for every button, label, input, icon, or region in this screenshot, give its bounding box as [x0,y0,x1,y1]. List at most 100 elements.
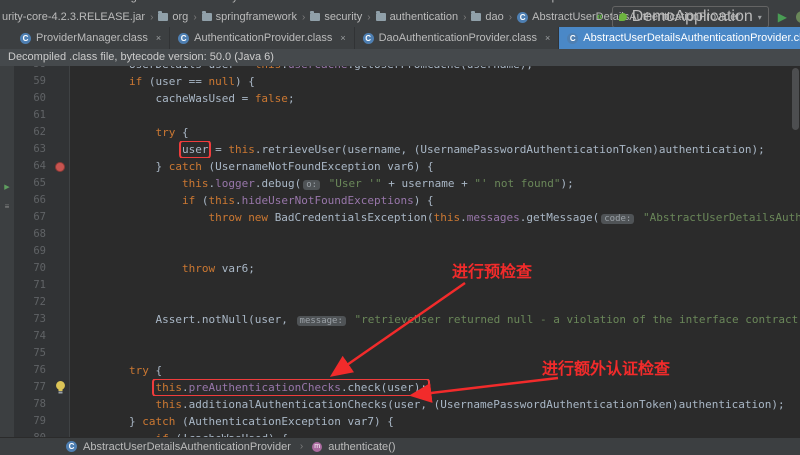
line-number[interactable]: 70 [14,260,51,277]
class-icon: C [567,32,579,44]
highlight-box: this.preAuthenticationChecks.check(user)… [152,379,431,396]
close-icon[interactable]: × [156,33,161,43]
line-number[interactable]: 66 [14,192,51,209]
close-icon[interactable]: × [340,33,345,43]
menu-item[interactable]: Build [323,0,347,3]
line-number[interactable]: 80 [14,430,51,437]
tab-label: AuthenticationProvider.class [194,32,333,44]
line-number[interactable]: 78 [14,396,51,413]
menu-item[interactable]: Tools [400,0,426,3]
scrollbar[interactable] [792,68,799,130]
menu-item[interactable]: Analyze [210,0,249,3]
package-icon [375,11,386,21]
menu-item[interactable]: Edit [34,0,53,3]
code-line: 80 if (!cacheWasUsed) { [14,430,800,437]
line-number[interactable]: 72 [14,294,51,311]
line-number[interactable]: 76 [14,362,51,379]
run-toolbar: « DemoApplication ▾ ▶ [597,6,800,28]
run-config-select[interactable]: DemoApplication ▾ [611,6,769,28]
menu-item[interactable]: Code [168,0,194,3]
breadcrumb-label: dao [485,11,504,23]
breadcrumb-item[interactable]: authentication [374,11,461,23]
intention-bulb-icon[interactable] [51,379,70,396]
menu-item[interactable]: Refactor [265,0,307,3]
line-number[interactable]: 60 [14,90,51,107]
menu-item[interactable]: Run [364,0,384,3]
code-line: 71 [14,277,800,294]
tool-window-run-icon[interactable]: ▶ [4,184,9,191]
menu-item[interactable]: View [69,0,93,3]
line-number[interactable]: 58 [14,66,51,73]
editor-tab[interactable]: C AbstractUserDetailsAuthenticationProvid… [559,27,800,49]
close-icon[interactable]: × [545,33,550,43]
line-number[interactable]: 69 [14,243,51,260]
line-number[interactable]: 62 [14,124,51,141]
code-line: 62 try { [14,124,800,141]
line-number[interactable]: 65 [14,175,51,192]
code-line: 74 [14,328,800,345]
code-line: 67 throw new BadCredentialsException(thi… [14,209,800,226]
editor-tab[interactable]: C DaoAuthenticationProvider.class × [354,27,560,49]
line-number[interactable]: 75 [14,345,51,362]
code-line: 65 this.logger.debug(o: "User '" + usern… [14,175,800,192]
code-line: 78 this.additionalAuthenticationChecks(u… [14,396,800,413]
run-button[interactable]: ▶ [778,11,787,23]
gutter [51,192,70,209]
code-line: 63 user = this.retrieveUser(username, (U… [14,141,800,158]
line-number[interactable]: 68 [14,226,51,243]
breadcrumb-item[interactable]: security [308,11,364,23]
vcs-update-icon[interactable]: « [597,11,603,23]
gutter [51,66,70,73]
breadcrumb-item[interactable]: dao [469,11,505,23]
menu-item[interactable]: Help [535,0,558,3]
debug-icon[interactable] [796,11,800,23]
line-number[interactable]: 74 [14,328,51,345]
editor-tab[interactable]: C ProviderManager.class × [12,27,171,49]
menu-item[interactable]: VCS [441,0,464,3]
menu-item[interactable]: Window [480,0,519,3]
breadcrumb-class[interactable]: AbstractUserDetailsAuthenticationProvide… [83,441,291,453]
breadcrumb-label: authentication [389,11,459,23]
editor-tab[interactable]: C AuthenticationProvider.class × [170,27,355,49]
line-number[interactable]: 77 [14,379,51,396]
tab-label: AbstractUserDetailsAuthenticationProvide… [583,32,800,44]
line-number[interactable]: 67 [14,209,51,226]
banner-text: Decompiled .class file, bytecode version… [8,51,274,63]
line-number[interactable]: 59 [14,73,51,90]
line-number[interactable]: 61 [14,107,51,124]
class-icon: C [178,32,190,44]
code-line: 77 this.preAuthenticationChecks.check(us… [14,379,800,396]
code-line: 64 } catch (UsernameNotFoundException va… [14,158,800,175]
breakpoint-icon[interactable] [51,158,70,175]
editor[interactable]: 58 UserDetails user = this.userCache.get… [14,66,800,437]
line-number[interactable]: 63 [14,141,51,158]
line-number[interactable]: 71 [14,277,51,294]
code-line: 69 [14,243,800,260]
package-icon [158,11,169,21]
code-text: this.preAuthenticationChecks.check(user)… [70,379,800,396]
tab-label: ProviderManager.class [36,32,148,44]
bottom-breadcrumb-bar: C AbstractUserDetailsAuthenticationProvi… [0,437,800,455]
line-number[interactable]: 73 [14,311,51,328]
chevron-right-icon: › [463,11,467,23]
code-text: if (this.hideUserNotFoundExceptions) { [181,194,434,207]
package-icon [471,11,482,21]
breadcrumb-item[interactable]: urity-core-4.2.3.RELEASE.jar [0,11,147,23]
tool-window-structure-icon[interactable]: ≡ [5,203,10,211]
line-number[interactable]: 79 [14,413,51,430]
chevron-right-icon: › [299,441,304,452]
code-line: 66 if (this.hideUserNotFoundExceptions) … [14,192,800,209]
menu-item[interactable]: Navigate [109,0,152,3]
gutter [51,243,70,260]
breadcrumb-item[interactable]: springframework [200,11,299,23]
gutter [51,107,70,124]
breadcrumb-method[interactable]: authenticate() [328,441,395,453]
breadcrumb-item[interactable]: org [156,11,190,23]
method-icon: m [312,441,323,452]
line-number[interactable]: 64 [14,158,51,175]
